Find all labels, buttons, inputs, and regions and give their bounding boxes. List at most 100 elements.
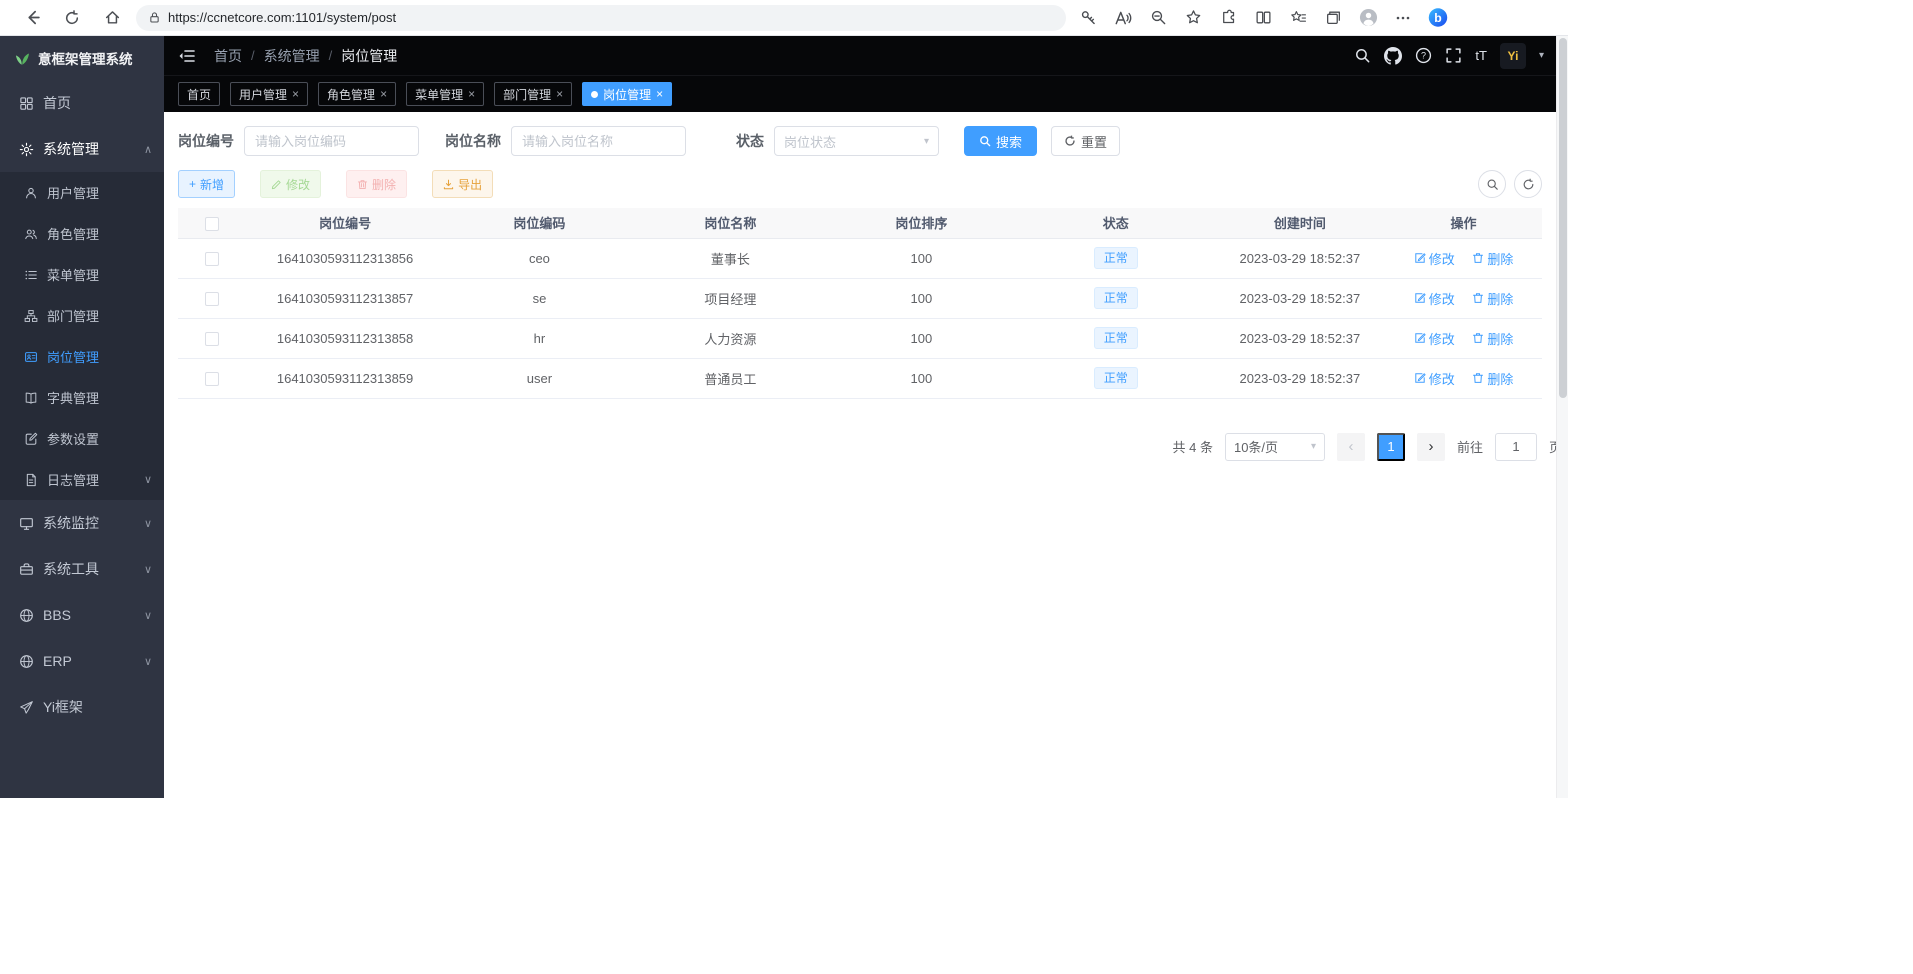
table-row[interactable]: 1641030593112313856 ceo 董事长 100 正常 2023-… [178, 238, 1542, 278]
table-row[interactable]: 1641030593112313859 user 普通员工 100 正常 202… [178, 358, 1542, 398]
row-edit-link[interactable]: 修改 [1414, 329, 1455, 348]
sidebar-item-dictionary-management[interactable]: 字典管理 [0, 377, 164, 418]
reset-button[interactable]: 重置 [1051, 126, 1120, 156]
row-delete-link[interactable]: 删除 [1472, 289, 1513, 308]
sidebar-item-post-management[interactable]: 岗位管理 [0, 336, 164, 377]
search-button[interactable]: 搜索 [964, 126, 1037, 156]
sidebar-item-label: 系统管理 [43, 139, 99, 159]
sidebar-item-system-management[interactable]: 系统管理 ∧ [0, 126, 164, 172]
page-size-select[interactable]: 10条/页 ▾ [1225, 433, 1325, 461]
goto-page-input[interactable] [1495, 433, 1537, 461]
sidebar-item-department-management[interactable]: 部门管理 [0, 295, 164, 336]
github-icon[interactable] [1384, 47, 1402, 65]
edit-button[interactable]: 修改 [260, 170, 321, 198]
row-checkbox[interactable] [205, 372, 219, 386]
globe-icon [19, 608, 34, 623]
cell-post-name: 普通员工 [635, 358, 826, 398]
tab-post-management[interactable]: 岗位管理× [582, 82, 672, 106]
next-page-button[interactable]: › [1417, 433, 1445, 461]
close-icon[interactable]: × [556, 87, 563, 101]
sidebar-item-yi-framework[interactable]: Yi框架 [0, 684, 164, 730]
sidebar-item-system-tools[interactable]: 系统工具 ∨ [0, 546, 164, 592]
split-screen-icon[interactable] [1253, 8, 1273, 28]
sidebar-item-system-monitor[interactable]: 系统监控 ∨ [0, 500, 164, 546]
read-aloud-icon[interactable] [1113, 8, 1133, 28]
table-row[interactable]: 1641030593112313857 se 项目经理 100 正常 2023-… [178, 278, 1542, 318]
row-delete-link[interactable]: 删除 [1472, 369, 1513, 388]
row-checkbox[interactable] [205, 252, 219, 266]
sidebar-item-log-management[interactable]: 日志管理 ∨ [0, 459, 164, 500]
close-icon[interactable]: × [468, 87, 475, 101]
sidebar-item-home[interactable]: 首页 [0, 80, 164, 126]
row-edit-link[interactable]: 修改 [1414, 249, 1455, 268]
help-icon[interactable]: ? [1415, 47, 1432, 64]
sidebar-item-role-management[interactable]: 角色管理 [0, 213, 164, 254]
tab-user-management[interactable]: 用户管理× [230, 82, 308, 106]
post-code-input[interactable] [244, 126, 419, 156]
row-checkbox[interactable] [205, 292, 219, 306]
sidebar-item-bbs[interactable]: BBS ∨ [0, 592, 164, 638]
extensions-icon[interactable] [1218, 8, 1238, 28]
post-name-input[interactable] [511, 126, 686, 156]
pagination: 共 4 条 10条/页 ▾ ‹ 1 › 前往 页 [178, 433, 1556, 461]
sidebar-item-parameter-settings[interactable]: 参数设置 [0, 418, 164, 459]
prev-page-button[interactable]: ‹ [1337, 433, 1365, 461]
refresh-table-icon[interactable] [1514, 170, 1542, 198]
sidebar-item-menu-management[interactable]: 菜单管理 [0, 254, 164, 295]
status-select[interactable]: 岗位状态 ▾ [774, 126, 939, 156]
scrollbar-thumb[interactable] [1559, 38, 1567, 398]
delete-button[interactable]: 删除 [346, 170, 407, 198]
sidebar-item-user-management[interactable]: 用户管理 [0, 172, 164, 213]
add-button[interactable]: + 新增 [178, 170, 235, 198]
user-avatar[interactable]: Yi [1500, 43, 1526, 69]
zoom-icon[interactable] [1148, 8, 1168, 28]
navbar-actions: ? tT Yi ▾ [1354, 43, 1544, 69]
bing-chat-icon[interactable]: b [1428, 8, 1448, 28]
favorites-icon[interactable] [1288, 8, 1308, 28]
profile-avatar[interactable] [1358, 8, 1378, 28]
add-favorite-star-icon[interactable] [1183, 8, 1203, 28]
header-search-icon[interactable] [1354, 47, 1371, 64]
column-header-post-name: 岗位名称 [635, 208, 826, 238]
row-edit-link[interactable]: 修改 [1414, 369, 1455, 388]
trash-icon [1472, 252, 1484, 264]
font-size-icon[interactable]: tT [1475, 48, 1487, 63]
close-icon[interactable]: × [656, 87, 663, 101]
select-all-checkbox[interactable] [205, 217, 219, 231]
browser-refresh-button[interactable] [52, 3, 92, 33]
tab-department-management[interactable]: 部门管理× [494, 82, 572, 106]
browser-back-button[interactable] [12, 3, 52, 33]
row-checkbox[interactable] [205, 332, 219, 346]
page-scrollbar[interactable] [1556, 36, 1568, 798]
settings-more-icon[interactable] [1393, 8, 1413, 28]
address-bar[interactable]: https://ccnetcore.com:1101/system/post [136, 5, 1066, 31]
fullscreen-icon[interactable] [1445, 47, 1462, 64]
sidebar-item-label: 岗位管理 [47, 347, 99, 366]
row-delete-link[interactable]: 删除 [1472, 329, 1513, 348]
row-edit-link[interactable]: 修改 [1414, 289, 1455, 308]
edit-icon [1414, 252, 1426, 264]
sidebar-item-erp[interactable]: ERP ∨ [0, 638, 164, 684]
export-button[interactable]: 导出 [432, 170, 493, 198]
toggle-search-icon[interactable] [1478, 170, 1506, 198]
tab-menu-management[interactable]: 菜单管理× [406, 82, 484, 106]
password-key-icon[interactable] [1078, 8, 1098, 28]
sidebar-item-label: 日志管理 [47, 470, 99, 489]
app-logo[interactable]: 意框架管理系统 [0, 36, 164, 80]
app-root: 意框架管理系统 首页 系统管理 ∧ 用户管理 角色管理 [0, 36, 1568, 798]
table-row[interactable]: 1641030593112313858 hr 人力资源 100 正常 2023-… [178, 318, 1542, 358]
avatar-caret-down-icon[interactable]: ▾ [1539, 50, 1544, 61]
row-delete-link[interactable]: 删除 [1472, 249, 1513, 268]
sidebar-collapse-icon[interactable] [178, 48, 196, 64]
breadcrumb-home[interactable]: 首页 [214, 46, 242, 66]
status-badge: 正常 [1094, 327, 1138, 349]
page-number-button[interactable]: 1 [1377, 433, 1405, 461]
close-icon[interactable]: × [380, 87, 387, 101]
browser-home-button[interactable] [92, 3, 132, 33]
tab-home[interactable]: 首页 [178, 82, 220, 106]
breadcrumb-system[interactable]: 系统管理 [264, 46, 320, 66]
tab-role-management[interactable]: 角色管理× [318, 82, 396, 106]
collections-icon[interactable] [1323, 8, 1343, 28]
close-icon[interactable]: × [292, 87, 299, 101]
trash-icon [1472, 372, 1484, 384]
